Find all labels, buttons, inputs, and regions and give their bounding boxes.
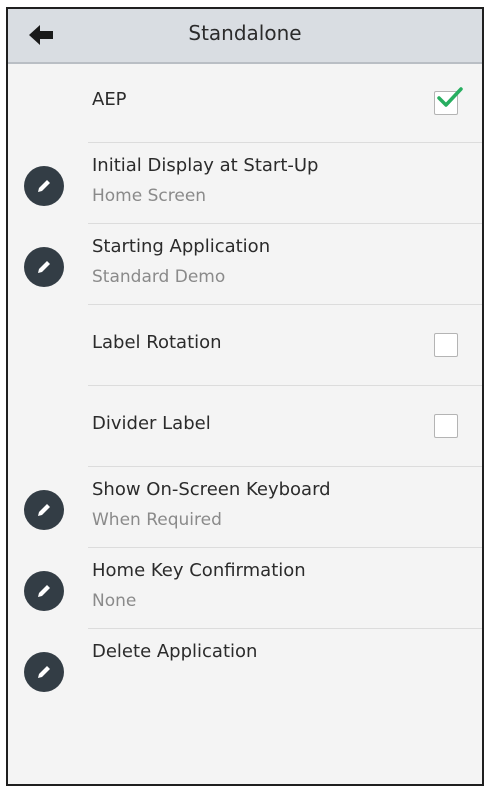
setting-label: Divider Label [92, 413, 211, 434]
setting-starting-application[interactable]: Starting Application Standard Demo [8, 224, 482, 305]
setting-label: Starting Application [92, 236, 271, 257]
edit-button[interactable] [24, 490, 64, 530]
page-title: Standalone [188, 21, 302, 45]
setting-home-key-confirmation[interactable]: Home Key Confirmation None [8, 548, 482, 629]
pencil-icon [38, 585, 50, 597]
edit-button[interactable] [24, 652, 64, 692]
aep-checkbox[interactable] [434, 87, 463, 115]
setting-on-screen-keyboard[interactable]: Show On-Screen Keyboard When Required [8, 467, 482, 548]
setting-initial-display[interactable]: Initial Display at Start-Up Home Screen [8, 143, 482, 224]
edit-button[interactable] [24, 571, 64, 611]
edit-button[interactable] [24, 166, 64, 206]
edit-button[interactable] [24, 247, 64, 287]
settings-screen: Standalone AEP Initial Display at Start-… [6, 7, 484, 786]
pencil-icon [38, 180, 50, 192]
setting-label: Label Rotation [92, 332, 222, 353]
app-header: Standalone [8, 9, 482, 64]
setting-value: Home Screen [92, 186, 207, 206]
setting-label: Home Key Confirmation [92, 560, 306, 581]
setting-value: None [92, 591, 137, 611]
setting-value: Standard Demo [92, 267, 226, 287]
settings-list: AEP Initial Display at Start-Up Home Scr… [8, 62, 482, 710]
setting-label: Initial Display at Start-Up [92, 155, 319, 176]
setting-value: When Required [92, 510, 222, 530]
pencil-icon [38, 261, 50, 273]
setting-label: AEP [92, 89, 127, 110]
setting-label: Delete Application [92, 641, 258, 662]
setting-label-rotation[interactable]: Label Rotation [8, 305, 482, 386]
label-rotation-checkbox[interactable] [434, 333, 458, 357]
setting-divider-label[interactable]: Divider Label [8, 386, 482, 467]
divider-label-checkbox[interactable] [434, 414, 458, 438]
setting-label: Show On-Screen Keyboard [92, 479, 331, 500]
pencil-icon [38, 504, 50, 516]
setting-delete-application[interactable]: Delete Application [8, 629, 482, 710]
setting-aep[interactable]: AEP [8, 62, 482, 143]
checkmark-icon [437, 87, 463, 107]
pencil-icon [38, 666, 50, 678]
